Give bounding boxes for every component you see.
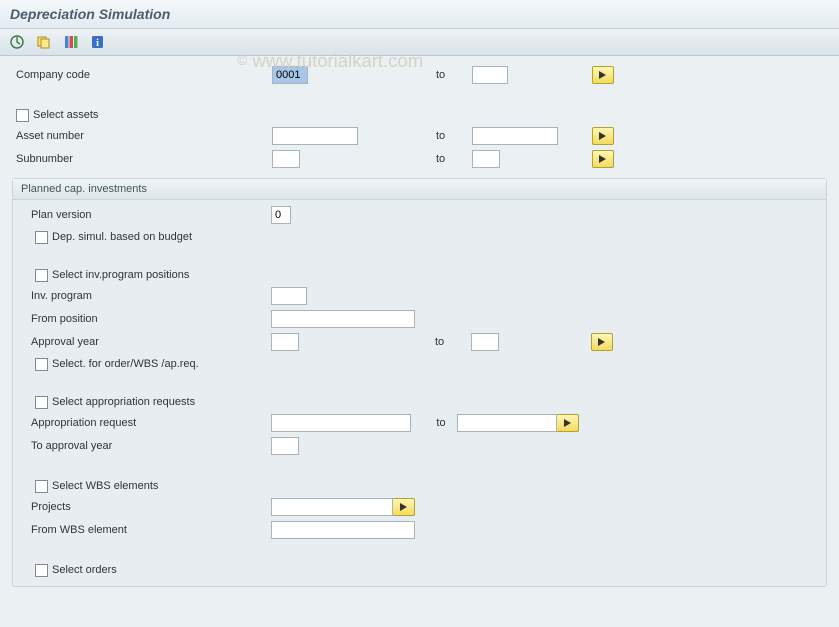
approval-year-label: Approval year (17, 336, 271, 348)
from-wbs-input[interactable] (271, 521, 415, 539)
inv-program-label: Inv. program (17, 290, 271, 302)
company-code-to-input[interactable] (472, 66, 508, 84)
toolbar: i (0, 29, 839, 56)
select-assets-label: Select assets (33, 109, 98, 121)
select-wbs-label: Select WBS elements (52, 480, 158, 492)
to-approval-year-input[interactable] (271, 437, 299, 455)
to-approval-year-label: To approval year (17, 440, 271, 452)
select-appr-req-checkbox[interactable] (35, 396, 48, 409)
approval-year-multiple-button[interactable] (591, 333, 613, 351)
asset-number-from-input[interactable] (272, 127, 358, 145)
information-icon[interactable]: i (87, 33, 109, 51)
subnumber-from-input[interactable] (272, 150, 300, 168)
to-label: to (432, 130, 472, 142)
plan-version-label: Plan version (17, 209, 271, 221)
dep-simul-budget-checkbox[interactable] (35, 231, 48, 244)
selection-options-icon[interactable] (60, 33, 82, 51)
select-order-wbs-label: Select. for order/WBS /ap.req. (52, 358, 199, 370)
projects-value-help-button[interactable] (393, 498, 415, 516)
asset-number-multiple-button[interactable] (592, 127, 614, 145)
projects-label: Projects (17, 501, 271, 513)
select-appr-req-label: Select appropriation requests (52, 396, 195, 408)
from-position-label: From position (17, 313, 271, 325)
select-inv-prog-label: Select inv.program positions (52, 269, 189, 281)
select-inv-prog-checkbox[interactable] (35, 269, 48, 282)
page-title: Depreciation Simulation (10, 6, 829, 22)
approval-year-from-input[interactable] (271, 333, 299, 351)
plan-version-input[interactable] (271, 206, 291, 224)
select-wbs-checkbox[interactable] (35, 480, 48, 493)
from-position-input[interactable] (271, 310, 415, 328)
to-label: to (432, 153, 472, 165)
appr-request-multiple-button[interactable] (557, 414, 579, 432)
appr-request-to-input[interactable] (457, 414, 557, 432)
company-code-multiple-button[interactable] (592, 66, 614, 84)
variant-icon[interactable] (33, 33, 55, 51)
asset-number-label: Asset number (12, 130, 272, 142)
select-order-wbs-checkbox[interactable] (35, 358, 48, 371)
projects-input[interactable] (271, 498, 393, 516)
select-orders-label: Select orders (52, 564, 117, 576)
to-label: to (431, 417, 451, 429)
select-orders-checkbox[interactable] (35, 564, 48, 577)
subnumber-label: Subnumber (12, 153, 272, 165)
approval-year-to-input[interactable] (471, 333, 499, 351)
asset-number-to-input[interactable] (472, 127, 558, 145)
inv-program-input[interactable] (271, 287, 307, 305)
select-assets-checkbox[interactable] (16, 109, 29, 122)
subnumber-to-input[interactable] (472, 150, 500, 168)
to-label: to (431, 336, 471, 348)
svg-text:i: i (96, 38, 99, 49)
planned-cap-title: Planned cap. investments (13, 179, 826, 200)
subnumber-multiple-button[interactable] (592, 150, 614, 168)
dep-simul-budget-label: Dep. simul. based on budget (52, 231, 192, 243)
appr-request-from-input[interactable] (271, 414, 411, 432)
planned-cap-group: Planned cap. investments Plan version De… (12, 178, 827, 587)
to-label: to (432, 69, 472, 81)
title-bar: Depreciation Simulation (0, 0, 839, 29)
company-code-from-input[interactable] (272, 66, 308, 84)
company-code-label: Company code (12, 69, 272, 81)
from-wbs-label: From WBS element (17, 524, 271, 536)
execute-icon[interactable] (6, 33, 28, 51)
appr-request-label: Appropriation request (17, 417, 271, 429)
